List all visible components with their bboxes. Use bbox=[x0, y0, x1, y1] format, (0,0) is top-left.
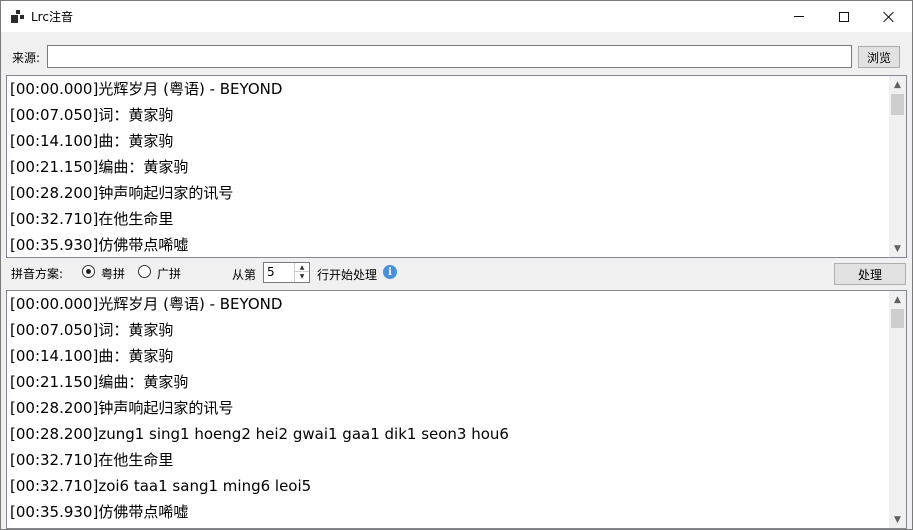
lyric-line: [00:21.150]编曲：黄家驹 bbox=[10, 373, 189, 391]
scheme-radio-guangzhou[interactable] bbox=[138, 265, 151, 278]
scroll-up-icon[interactable]: ▲ bbox=[889, 291, 906, 308]
scheme-label-jyutping[interactable]: 粤拼 bbox=[101, 265, 125, 282]
lyric-line: [00:28.200]钟声响起归家的讯号 bbox=[10, 184, 234, 202]
source-label: 来源: bbox=[12, 51, 41, 65]
browse-button[interactable]: 浏览 bbox=[858, 46, 900, 68]
info-icon[interactable]: i bbox=[383, 265, 397, 279]
lyric-line: [00:28.200]钟声响起归家的讯号 bbox=[10, 399, 234, 417]
from-line-label: 从第 bbox=[232, 268, 257, 282]
scroll-up-icon[interactable]: ▲ bbox=[889, 76, 906, 93]
output-scrollbar[interactable]: ▲ ▼ bbox=[889, 291, 906, 528]
app-window: Lrc注音 来源: 浏览 [00:00.000]光辉岁月 (粤语) - BEYO… bbox=[0, 0, 913, 530]
scroll-thumb[interactable] bbox=[891, 309, 904, 328]
app-icon bbox=[11, 10, 25, 23]
lyric-line: [00:32.710]zoi6 taa1 sang1 ming6 leoi5 bbox=[10, 477, 312, 495]
input-lyrics-lines: [00:00.000]光辉岁月 (粤语) - BEYOND [00:07.050]… bbox=[7, 76, 889, 257]
title-bar[interactable]: Lrc注音 bbox=[1, 1, 912, 32]
output-lyrics-lines: [00:00.000]光辉岁月 (粤语) - BEYOND [00:07.050]… bbox=[7, 291, 889, 525]
lyric-line: [00:32.710]在他生命里 bbox=[10, 451, 174, 469]
output-lyrics-textbox[interactable]: [00:00.000]光辉岁月 (粤语) - BEYOND [00:07.050]… bbox=[6, 290, 907, 529]
minimize-icon bbox=[794, 16, 804, 17]
maximize-icon bbox=[839, 11, 849, 22]
lyric-line: [00:32.710]在他生命里 bbox=[10, 210, 174, 228]
input-scrollbar[interactable]: ▲ ▼ bbox=[889, 76, 906, 257]
lyric-line: [00:35.930]仿佛带点唏嘘 bbox=[10, 236, 189, 254]
source-path-input[interactable] bbox=[47, 45, 852, 68]
stepper-down-icon[interactable]: ▼ bbox=[295, 272, 309, 281]
scroll-down-icon[interactable]: ▼ bbox=[889, 240, 906, 257]
lyric-line: [00:35.930]仿佛带点唏嘘 bbox=[10, 503, 189, 521]
window-title: Lrc注音 bbox=[31, 10, 73, 24]
scheme-radio-jyutping[interactable] bbox=[82, 265, 95, 278]
maximize-button[interactable] bbox=[821, 1, 867, 32]
scheme-label: 拼音方案: bbox=[11, 267, 64, 281]
stepper-up-icon[interactable]: ▲ bbox=[295, 263, 309, 272]
scroll-down-icon[interactable]: ▼ bbox=[889, 511, 906, 528]
lyric-line: [00:07.050]词：黄家驹 bbox=[10, 106, 174, 124]
input-lyrics-textbox[interactable]: [00:00.000]光辉岁月 (粤语) - BEYOND [00:07.050]… bbox=[6, 75, 907, 258]
close-icon bbox=[883, 11, 895, 23]
lyric-line: [00:00.000]光辉岁月 (粤语) - BEYOND bbox=[10, 80, 283, 98]
lyric-line: [00:14.100]曲：黄家驹 bbox=[10, 132, 174, 150]
process-button[interactable]: 处理 bbox=[834, 263, 906, 285]
lyric-line: [00:21.150]编曲：黄家驹 bbox=[10, 158, 189, 176]
stepper-buttons: ▲ ▼ bbox=[294, 263, 309, 282]
lyric-line: [00:07.050]词：黄家驹 bbox=[10, 321, 174, 339]
lyric-line: [00:00.000]光辉岁月 (粤语) - BEYOND bbox=[10, 295, 283, 313]
scheme-label-guangzhou[interactable]: 广拼 bbox=[157, 265, 181, 282]
start-line-value[interactable]: 5 bbox=[267, 265, 275, 279]
lyric-line: [00:14.100]曲：黄家驹 bbox=[10, 347, 174, 365]
minimize-button[interactable] bbox=[776, 1, 822, 32]
scroll-thumb[interactable] bbox=[891, 94, 904, 115]
start-line-stepper[interactable]: 5 ▲ ▼ bbox=[263, 262, 310, 283]
close-button[interactable] bbox=[866, 1, 912, 32]
lyric-line: [00:28.200]zung1 sing1 hoeng2 hei2 gwai1… bbox=[10, 425, 509, 443]
start-processing-label: 行开始处理 bbox=[317, 268, 378, 282]
